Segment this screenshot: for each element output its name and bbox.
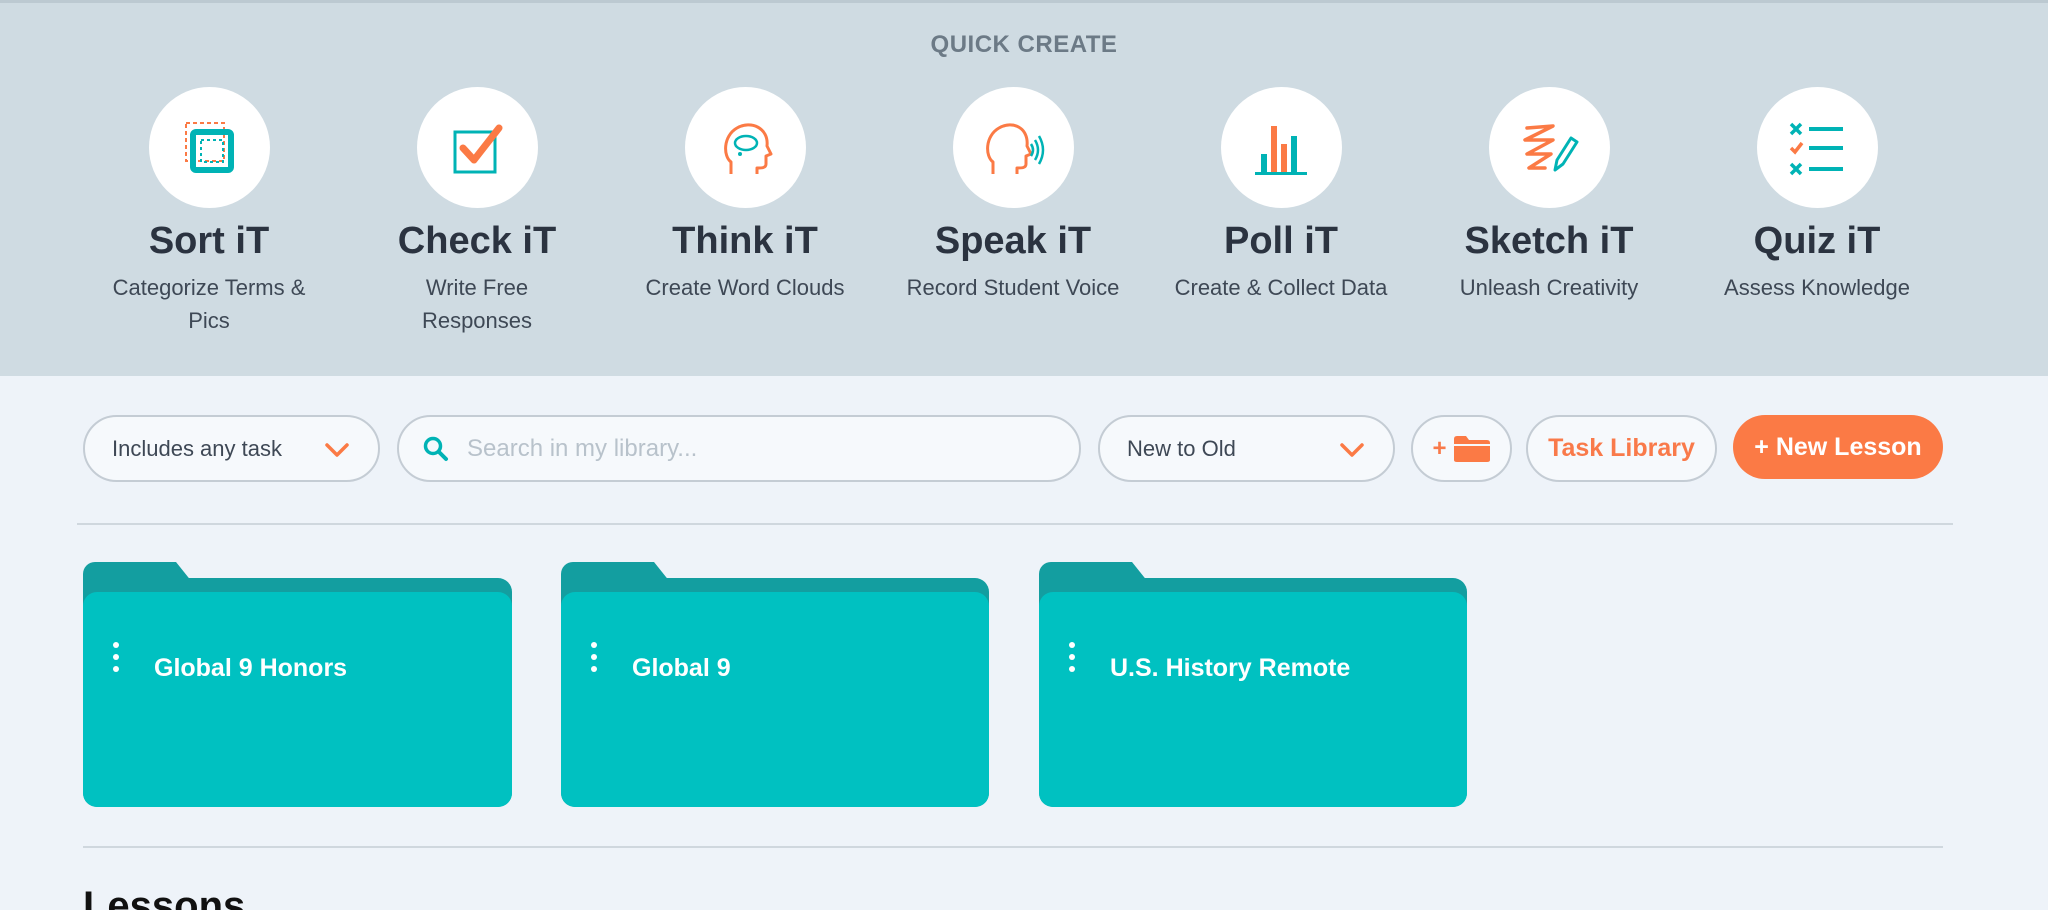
folder-front[interactable]: U.S. History Remote — [1039, 592, 1467, 807]
chevron-down-icon — [1340, 443, 1364, 457]
tile-check-it[interactable]: Check iT Write Free Responses — [347, 87, 607, 337]
tile-think-it[interactable]: Think iT Create Word Clouds — [615, 87, 875, 304]
kebab-menu-icon[interactable] — [111, 642, 121, 672]
tile-sort-it[interactable]: Sort iT Categorize Terms & Pics — [79, 87, 339, 337]
tile-description: Write Free Responses — [421, 275, 533, 333]
folder-card[interactable]: Global 9 Honors — [83, 562, 512, 807]
tile-name: Check iT — [397, 220, 557, 262]
folder-name: Global 9 — [632, 654, 731, 682]
head-voice-icon — [986, 122, 1045, 174]
search-icon — [423, 436, 448, 461]
new-lesson-button[interactable]: + New Lesson — [1733, 415, 1943, 479]
sort-select[interactable]: New to Old — [1098, 415, 1395, 482]
folder-icon — [1453, 435, 1490, 462]
tile-description: Create & Collect Data — [1174, 275, 1388, 300]
tile-circle[interactable] — [952, 87, 1074, 208]
task-library-button[interactable]: Task Library — [1526, 415, 1717, 482]
lessons-heading: Lessons — [83, 884, 246, 910]
task-filter-select[interactable]: Includes any task — [83, 415, 380, 482]
folder-card[interactable]: Global 9 — [561, 562, 989, 807]
sort-icon — [185, 121, 234, 173]
quick-create-title: QUICK CREATE — [930, 31, 1118, 58]
divider — [77, 523, 1953, 525]
folder-name: U.S. History Remote — [1110, 654, 1351, 682]
quick-create-panel: QUICK CREATE Sort iT Categorize Terms & … — [0, 0, 2048, 376]
task-filter-value: Includes any task — [112, 435, 282, 461]
tile-name: Sort iT — [148, 220, 270, 262]
tile-name: Speak iT — [934, 220, 1092, 262]
tile-sketch-it[interactable]: Sketch iT Unleash Creativity — [1419, 87, 1679, 304]
tile-circle[interactable] — [684, 87, 806, 208]
tile-circle[interactable] — [1756, 87, 1878, 208]
tile-description: Create Word Clouds — [645, 275, 845, 300]
new-folder-button[interactable]: + — [1411, 415, 1512, 482]
bar-chart-icon — [1255, 125, 1307, 175]
tile-circle[interactable] — [1220, 87, 1342, 208]
tile-description: Record Student Voice — [906, 275, 1120, 300]
tile-circle[interactable] — [148, 87, 270, 208]
tile-circle[interactable] — [416, 87, 538, 208]
sort-value: New to Old — [1127, 435, 1236, 461]
tile-description: Unleash Creativity — [1459, 275, 1639, 300]
search-box[interactable] — [397, 415, 1081, 482]
chevron-down-icon — [325, 443, 349, 457]
kebab-menu-icon[interactable] — [589, 642, 599, 672]
tile-quiz-it[interactable]: Quiz iT Assess Knowledge — [1687, 87, 1947, 304]
folder-front[interactable]: Global 9 — [561, 592, 989, 807]
tile-circle[interactable] — [1488, 87, 1610, 208]
tile-name: Quiz iT — [1753, 220, 1881, 262]
head-thought-icon — [724, 122, 773, 174]
tile-description: Assess Knowledge — [1724, 275, 1910, 300]
new-folder-plus: + — [1432, 434, 1447, 462]
tile-name: Poll iT — [1224, 220, 1338, 262]
pencil-scribble-icon — [1523, 123, 1579, 171]
tile-poll-it[interactable]: Poll iT Create & Collect Data — [1151, 87, 1411, 304]
divider — [83, 846, 1943, 848]
tile-name: Think iT — [672, 220, 818, 262]
folder-name: Global 9 Honors — [154, 654, 348, 682]
tile-name: Sketch iT — [1464, 220, 1634, 262]
tile-description: Categorize Terms & Pics — [112, 275, 306, 333]
kebab-menu-icon[interactable] — [1067, 642, 1077, 672]
folder-card[interactable]: U.S. History Remote — [1039, 562, 1467, 807]
checkbox-icon — [453, 124, 503, 173]
search-input[interactable] — [467, 434, 1047, 463]
tile-speak-it[interactable]: Speak iT Record Student Voice — [883, 87, 1143, 304]
checklist-icon — [1789, 122, 1843, 175]
folder-front[interactable]: Global 9 Honors — [83, 592, 512, 807]
